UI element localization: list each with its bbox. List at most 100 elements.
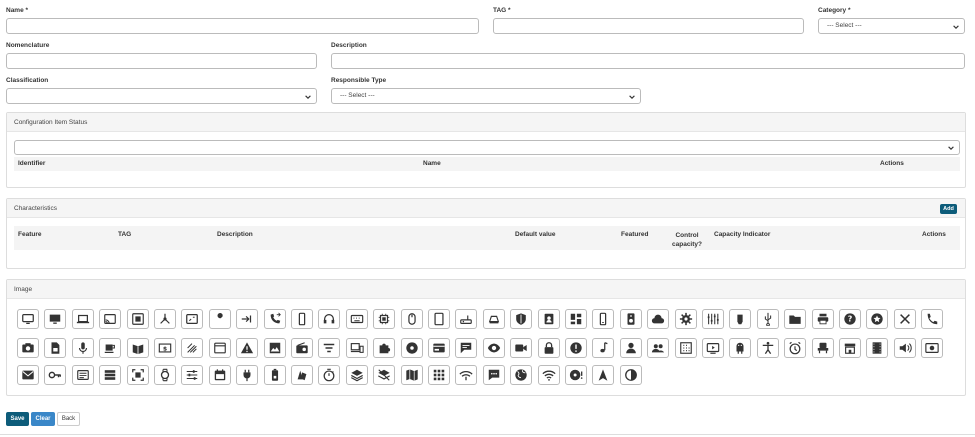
- chat-option-button[interactable]: [455, 338, 478, 358]
- usb-option-button[interactable]: [756, 309, 779, 329]
- image-option-button[interactable]: [263, 338, 286, 358]
- wifi-off-option-button[interactable]: [455, 365, 478, 385]
- nomenclature-input[interactable]: [6, 53, 317, 69]
- chip-board-option-button[interactable]: [126, 309, 149, 329]
- badge-option-button[interactable]: [537, 309, 560, 329]
- filter-option-button[interactable]: [318, 338, 341, 358]
- music-option-button[interactable]: [592, 338, 615, 358]
- name-input[interactable]: [6, 18, 479, 34]
- microphone-option-button[interactable]: [71, 338, 94, 358]
- phone-option-button[interactable]: [921, 309, 944, 329]
- shield-option-button[interactable]: [510, 309, 533, 329]
- comment-option-button[interactable]: [482, 365, 505, 385]
- status-select[interactable]: [14, 140, 960, 155]
- equalizer-option-button[interactable]: [702, 309, 724, 329]
- layers-off-option-button[interactable]: [373, 365, 396, 385]
- person-option-button[interactable]: [619, 338, 642, 358]
- accessibility-option-button[interactable]: [756, 338, 779, 358]
- tag-input[interactable]: [493, 18, 804, 34]
- smartphone-option-button[interactable]: [291, 309, 313, 329]
- headphones-option-button[interactable]: [318, 309, 341, 329]
- folder-option-button[interactable]: [784, 309, 807, 329]
- layers-option-button[interactable]: [345, 365, 368, 385]
- sliders-option-button[interactable]: [181, 365, 204, 385]
- wrench-option-button[interactable]: [208, 309, 231, 329]
- warning-option-button[interactable]: [236, 338, 259, 358]
- contrast-option-button[interactable]: [619, 365, 642, 385]
- group-option-button[interactable]: [647, 338, 670, 358]
- category-select[interactable]: --- Select ---: [818, 18, 965, 34]
- speaker-option-button[interactable]: [619, 309, 642, 329]
- phone-forward-option-button[interactable]: [263, 309, 286, 329]
- disc-option-button[interactable]: [400, 338, 423, 358]
- input-option-button[interactable]: [236, 309, 259, 329]
- message-box-option-button[interactable]: [71, 365, 94, 385]
- album-alert-option-button[interactable]: [565, 365, 587, 385]
- volume-option-button[interactable]: [893, 338, 916, 358]
- eye-option-button[interactable]: [482, 338, 505, 358]
- memory-option-button[interactable]: [729, 309, 752, 329]
- monitor-option-button[interactable]: [17, 309, 39, 329]
- globe-option-button[interactable]: [510, 365, 533, 385]
- cast-option-button[interactable]: [99, 309, 122, 329]
- tablet-option-button[interactable]: [428, 309, 450, 329]
- save-button[interactable]: Save: [6, 412, 29, 426]
- grid-option-button[interactable]: [428, 365, 450, 385]
- money-option-button[interactable]: $: [154, 338, 176, 358]
- clear-button[interactable]: Clear: [31, 412, 55, 426]
- mobile-option-button[interactable]: [592, 309, 615, 329]
- lock-option-button[interactable]: [537, 338, 560, 358]
- router-option-button[interactable]: [455, 309, 478, 329]
- android-option-button[interactable]: [729, 338, 752, 358]
- film-option-button[interactable]: [866, 338, 889, 358]
- scan-option-button[interactable]: [126, 365, 149, 385]
- list-option-button[interactable]: [99, 365, 122, 385]
- seat-option-button[interactable]: [811, 338, 834, 358]
- antenna-option-button[interactable]: [181, 338, 204, 358]
- shapes-option-button[interactable]: [291, 365, 313, 385]
- timer-option-button[interactable]: [318, 365, 341, 385]
- responsible-type-select[interactable]: --- Select ---: [331, 88, 641, 104]
- help-option-button[interactable]: ?: [839, 309, 861, 329]
- network-hub-option-button[interactable]: [154, 309, 176, 329]
- watch-option-button[interactable]: [154, 365, 176, 385]
- cloud-option-button[interactable]: [647, 309, 670, 329]
- printer-option-button[interactable]: [811, 309, 834, 329]
- calendar-option-button[interactable]: [208, 365, 231, 385]
- card-option-button[interactable]: [428, 338, 450, 358]
- screen-option-button[interactable]: [181, 309, 204, 329]
- alarm-option-button[interactable]: [784, 338, 807, 358]
- laptop-option-button[interactable]: [71, 309, 94, 329]
- browser-option-button[interactable]: [208, 338, 231, 358]
- back-button[interactable]: Back: [57, 412, 80, 426]
- battery-option-button[interactable]: [263, 365, 286, 385]
- sim-card-option-button[interactable]: [44, 338, 67, 358]
- keyboard-option-button[interactable]: [345, 309, 368, 329]
- navigation-option-button[interactable]: [592, 365, 615, 385]
- wifi-option-button[interactable]: [537, 365, 560, 385]
- key-option-button[interactable]: [44, 365, 67, 385]
- coffee-option-button[interactable]: [99, 338, 122, 358]
- tv-play-option-button[interactable]: [702, 338, 724, 358]
- video-option-button[interactable]: [510, 338, 533, 358]
- store-option-button[interactable]: [839, 338, 861, 358]
- mail-option-button[interactable]: [17, 365, 39, 385]
- add-characteristic-button[interactable]: Add: [940, 204, 957, 214]
- classification-select[interactable]: [6, 88, 317, 104]
- tools-option-button[interactable]: [893, 309, 916, 329]
- devices-option-button[interactable]: [345, 338, 368, 358]
- star-option-button[interactable]: [866, 309, 889, 329]
- cpu-option-button[interactable]: [373, 309, 396, 329]
- plug-option-button[interactable]: [236, 365, 259, 385]
- desktop-option-button[interactable]: [44, 309, 67, 329]
- building-option-button[interactable]: [674, 338, 697, 358]
- map-option-button[interactable]: [400, 365, 423, 385]
- hard-drive-option-button[interactable]: [482, 309, 505, 329]
- camera-option-button[interactable]: [17, 338, 39, 358]
- puzzle-option-button[interactable]: [373, 338, 396, 358]
- mouse-option-button[interactable]: [400, 309, 423, 329]
- radio-option-button[interactable]: [291, 338, 313, 358]
- description-input[interactable]: [331, 53, 965, 69]
- dashboard-option-button[interactable]: [565, 309, 587, 329]
- cash-option-button[interactable]: [921, 338, 944, 358]
